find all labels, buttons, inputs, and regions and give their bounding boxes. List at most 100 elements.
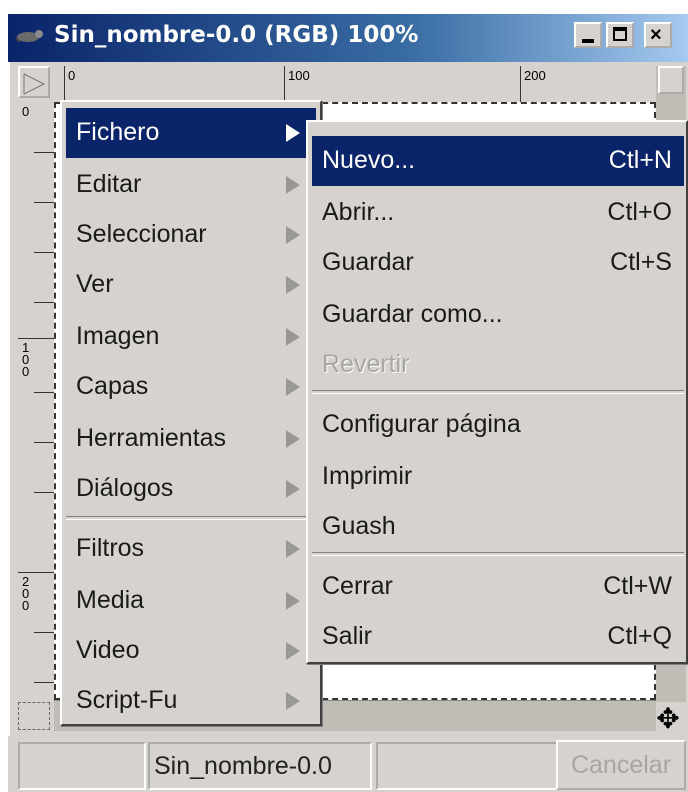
menu-item-label: Media: [76, 586, 145, 614]
menu-separator: [312, 552, 684, 556]
menu-item-abrir[interactable]: Abrir... Ctl+O: [312, 188, 684, 238]
submenu-arrow-icon: [286, 480, 300, 498]
ruler-tick: [34, 202, 54, 203]
menu-item-label: Diálogos: [76, 474, 174, 502]
menu-item-editar[interactable]: Editar: [66, 160, 316, 210]
menu-item-video[interactable]: Video: [66, 626, 316, 676]
menu-item-fichero[interactable]: Fichero: [66, 108, 316, 158]
menu-separator: [312, 390, 684, 394]
submenu-arrow-icon: [286, 276, 300, 294]
menu-item-shortcut: Ctl+W: [603, 572, 672, 600]
maximize-button[interactable]: [606, 22, 634, 48]
menu-item-label: Ver: [76, 270, 114, 298]
submenu-arrow-icon: [286, 226, 300, 244]
submenu-arrow-icon: [286, 124, 300, 142]
cancel-button[interactable]: Cancelar: [556, 740, 686, 790]
minimize-button[interactable]: [574, 22, 602, 48]
menu-item-label: Guardar como...: [322, 300, 503, 328]
menu-item-label: Script-Fu: [76, 686, 178, 714]
menu-item-label: Filtros: [76, 534, 145, 562]
menu-item-label: Revertir: [322, 350, 410, 378]
menu-item-ver[interactable]: Ver: [66, 260, 316, 310]
menu-item-label: Editar: [76, 170, 142, 198]
close-button[interactable]: ×: [644, 22, 672, 48]
quick-mask-corner-button[interactable]: [18, 66, 50, 98]
menu-item-label: Nuevo...: [322, 146, 416, 174]
menu-item-label: Imprimir: [322, 462, 413, 490]
menu-item-label: Capas: [76, 372, 149, 400]
ruler-tick: [34, 442, 54, 443]
ruler-label: 200: [22, 574, 30, 613]
menu-item-label: Abrir...: [322, 198, 395, 226]
maximize-icon: [613, 27, 627, 41]
ruler-label: 200: [524, 68, 546, 83]
triangle-icon: [23, 73, 46, 95]
move-icon[interactable]: ✥: [652, 704, 684, 734]
navigation-button[interactable]: [18, 702, 50, 730]
menu-item-label: Video: [76, 636, 140, 664]
ruler-tick: [34, 392, 54, 393]
menu-item-dialogos[interactable]: Diálogos: [66, 464, 316, 514]
menu-item-herramientas[interactable]: Herramientas: [66, 414, 316, 464]
submenu-arrow-icon: [286, 176, 300, 194]
ruler-tick: [34, 492, 54, 493]
image-menu: Fichero Editar Seleccionar Ver Imagen Ca…: [60, 100, 322, 726]
gimp-icon: [15, 30, 43, 43]
image-name-field: Sin_nombre-0.0: [148, 742, 372, 790]
menu-item-revertir: Revertir: [312, 340, 684, 390]
ruler-label: 0: [22, 104, 30, 119]
menu-item-label: Seleccionar: [76, 220, 207, 248]
menu-item-shortcut: Ctl+O: [607, 198, 672, 226]
ruler-label: 100: [288, 68, 310, 83]
menu-item-label: Herramientas: [76, 424, 227, 452]
menu-item-label: Fichero: [76, 118, 160, 146]
file-submenu: Nuevo... Ctl+N Abrir... Ctl+O Guardar Ct…: [306, 120, 688, 664]
image-name: Sin_nombre-0.0: [154, 752, 332, 780]
submenu-arrow-icon: [286, 540, 300, 558]
menu-item-configurar-pagina[interactable]: Configurar página: [312, 400, 684, 450]
menu-item-label: Configurar página: [322, 410, 521, 438]
ruler-tick: [64, 66, 65, 102]
menu-item-shortcut: Ctl+Q: [607, 622, 672, 650]
ruler-tick: [34, 682, 54, 683]
ruler-label: 100: [22, 340, 30, 379]
ruler-tick: [34, 302, 54, 303]
horizontal-ruler[interactable]: 0 100 200: [54, 66, 654, 103]
close-icon: ×: [650, 24, 662, 46]
ruler-tick: [520, 66, 521, 102]
menu-item-cerrar[interactable]: Cerrar Ctl+W: [312, 562, 684, 612]
vertical-ruler[interactable]: 0 100 200: [18, 102, 55, 702]
submenu-arrow-icon: [286, 692, 300, 710]
menu-item-salir[interactable]: Salir Ctl+Q: [312, 612, 684, 662]
menu-item-guardar-como[interactable]: Guardar como...: [312, 290, 684, 340]
menu-item-imagen[interactable]: Imagen: [66, 312, 316, 362]
menu-item-label: Salir: [322, 622, 373, 650]
progress-field: [376, 742, 560, 790]
menu-item-capas[interactable]: Capas: [66, 362, 316, 412]
ruler-tick: [18, 572, 54, 573]
scroll-up-button[interactable]: [658, 66, 684, 94]
menu-item-nuevo[interactable]: Nuevo... Ctl+N: [312, 136, 684, 186]
menu-item-imprimir[interactable]: Imprimir: [312, 452, 684, 502]
submenu-arrow-icon: [286, 430, 300, 448]
menu-item-guardar[interactable]: Guardar Ctl+S: [312, 238, 684, 288]
ruler-tick: [18, 338, 54, 339]
menu-item-filtros[interactable]: Filtros: [66, 524, 316, 574]
menu-item-label: Imagen: [76, 322, 160, 350]
ruler-label: 0: [68, 68, 76, 83]
menu-item-shortcut: Ctl+N: [608, 146, 672, 174]
status-field: [18, 742, 146, 790]
menu-item-media[interactable]: Media: [66, 576, 316, 626]
ruler-tick: [34, 632, 54, 633]
menu-item-shortcut: Ctl+S: [610, 248, 672, 276]
ruler-tick: [34, 252, 54, 253]
ruler-tick: [284, 66, 285, 102]
menu-item-label: Cerrar: [322, 572, 393, 600]
menu-item-guash[interactable]: Guash: [312, 502, 684, 552]
submenu-arrow-icon: [286, 592, 300, 610]
menu-item-script-fu[interactable]: Script-Fu: [66, 676, 316, 726]
menu-item-seleccionar[interactable]: Seleccionar: [66, 210, 316, 260]
menu-separator: [66, 516, 316, 520]
menu-item-label: Guash: [322, 512, 396, 540]
menu-item-label: Guardar: [322, 248, 414, 276]
